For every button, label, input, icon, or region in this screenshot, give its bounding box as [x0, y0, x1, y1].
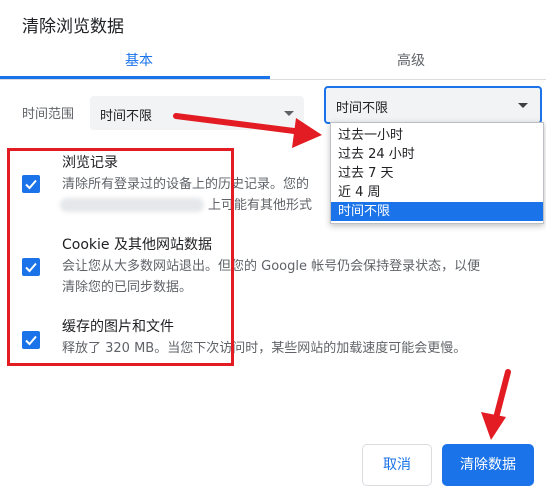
- arrow-to-clear-button: [481, 369, 511, 440]
- clear-browsing-data-dialog: 清除浏览数据 基本 高级 时间范围 时间不限 浏览记录 清除所有登录过的设备上的…: [0, 0, 546, 502]
- annotation-arrows: [173, 113, 511, 440]
- arrow-to-dropdown: [173, 113, 322, 148]
